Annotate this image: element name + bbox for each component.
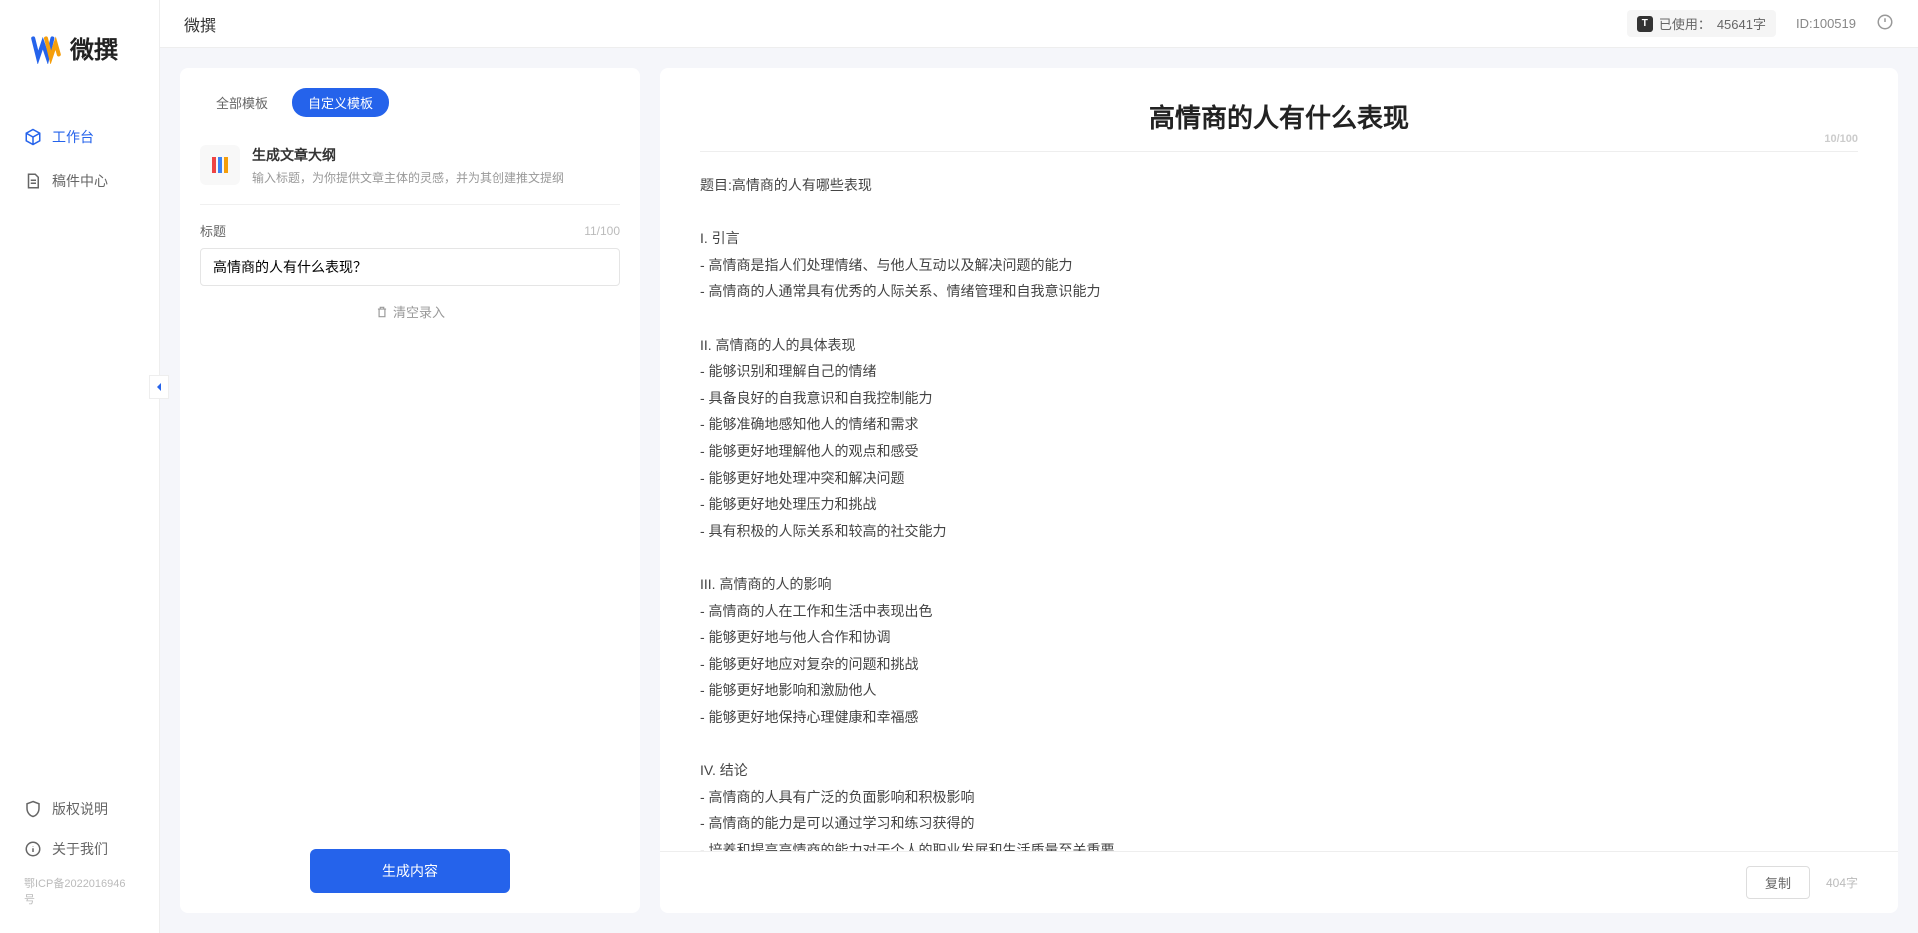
chevron-left-icon <box>154 382 164 392</box>
output-title-wrap: 高情商的人有什么表现 10/100 <box>700 98 1858 152</box>
logo-text: 微撰 <box>70 30 118 65</box>
nav-menu: 工作台 稿件中心 <box>0 85 159 789</box>
template-desc: 输入标题，为你提供文章主体的灵感，并为其创建推文提纲 <box>252 169 620 186</box>
sidebar-collapse-handle[interactable] <box>149 375 169 399</box>
sidebar-item-label: 稿件中心 <box>52 171 108 191</box>
output-title: 高情商的人有什么表现 <box>1149 103 1409 133</box>
usage-label: 已使用： <box>1659 14 1711 33</box>
sidebar-item-label: 版权说明 <box>52 799 108 819</box>
sidebar-item-copyright[interactable]: 版权说明 <box>0 789 159 829</box>
output-panel: 高情商的人有什么表现 10/100 题目:高情商的人有哪些表现 I. 引言 - … <box>660 68 1898 913</box>
tab-all-templates[interactable]: 全部模板 <box>200 88 284 117</box>
field-counter: 11/100 <box>584 224 620 238</box>
title-input[interactable] <box>200 248 620 286</box>
sidebar-footer: 版权说明 关于我们 鄂ICP备2022016946号 <box>0 789 159 933</box>
icp-text: 鄂ICP备2022016946号 <box>0 869 159 913</box>
generate-button[interactable]: 生成内容 <box>310 849 510 893</box>
shield-icon <box>24 800 42 818</box>
template-tabs: 全部模板 自定义模板 <box>200 88 620 117</box>
text-icon: T <box>1637 16 1653 32</box>
logo: 微撰 <box>0 0 159 85</box>
topbar-right: T 已使用： 45641字 ID:100519 <box>1627 10 1894 37</box>
copy-button[interactable]: 复制 <box>1746 866 1810 899</box>
sidebar-item-workbench[interactable]: 工作台 <box>0 115 159 159</box>
sidebar-item-about[interactable]: 关于我们 <box>0 829 159 869</box>
logout-button[interactable] <box>1876 13 1894 34</box>
trash-icon <box>375 305 389 319</box>
usage-badge[interactable]: T 已使用： 45641字 <box>1627 10 1776 37</box>
field-label: 标题 <box>200 221 226 240</box>
power-icon <box>1876 13 1894 31</box>
template-card[interactable]: 生成文章大纲 输入标题，为你提供文章主体的灵感，并为其创建推文提纲 <box>200 137 620 205</box>
output-content[interactable]: 题目:高情商的人有哪些表现 I. 引言 - 高情商是指人们处理情绪、与他人互动以… <box>700 172 1858 851</box>
logo-icon <box>30 32 62 64</box>
content-area: 全部模板 自定义模板 生成文章大纲 输入标题，为你提供文章主体的灵感，并为其创建… <box>160 48 1918 933</box>
title-field-header: 标题 11/100 <box>200 221 620 240</box>
tab-custom-templates[interactable]: 自定义模板 <box>292 88 389 117</box>
page-title: 微撰 <box>184 12 216 36</box>
cube-icon <box>24 128 42 146</box>
input-panel: 全部模板 自定义模板 生成文章大纲 输入标题，为你提供文章主体的灵感，并为其创建… <box>180 68 640 913</box>
sidebar-item-drafts[interactable]: 稿件中心 <box>0 159 159 203</box>
main-area: 微撰 T 已使用： 45641字 ID:100519 全部模板 <box>160 0 1918 933</box>
user-id: ID:100519 <box>1796 16 1856 31</box>
sidebar: 微撰 工作台 稿件中心 版权说明 关于我们 鄂ICP备2022016946号 <box>0 0 160 933</box>
output-title-counter: 10/100 <box>1824 133 1858 145</box>
left-footer: 生成内容 <box>200 849 620 893</box>
output-body: 高情商的人有什么表现 10/100 题目:高情商的人有哪些表现 I. 引言 - … <box>660 68 1898 851</box>
usage-value: 45641字 <box>1717 14 1766 33</box>
template-title: 生成文章大纲 <box>252 145 620 165</box>
output-footer: 复制 404字 <box>660 851 1898 913</box>
info-icon <box>24 840 42 858</box>
sidebar-item-label: 工作台 <box>52 127 94 147</box>
clear-input-button[interactable]: 清空录入 <box>200 302 620 321</box>
word-count: 404字 <box>1826 874 1858 891</box>
doc-icon <box>24 172 42 190</box>
sidebar-item-label: 关于我们 <box>52 839 108 859</box>
template-info: 生成文章大纲 输入标题，为你提供文章主体的灵感，并为其创建推文提纲 <box>252 145 620 186</box>
template-icon <box>200 145 240 185</box>
top-bar: 微撰 T 已使用： 45641字 ID:100519 <box>160 0 1918 48</box>
